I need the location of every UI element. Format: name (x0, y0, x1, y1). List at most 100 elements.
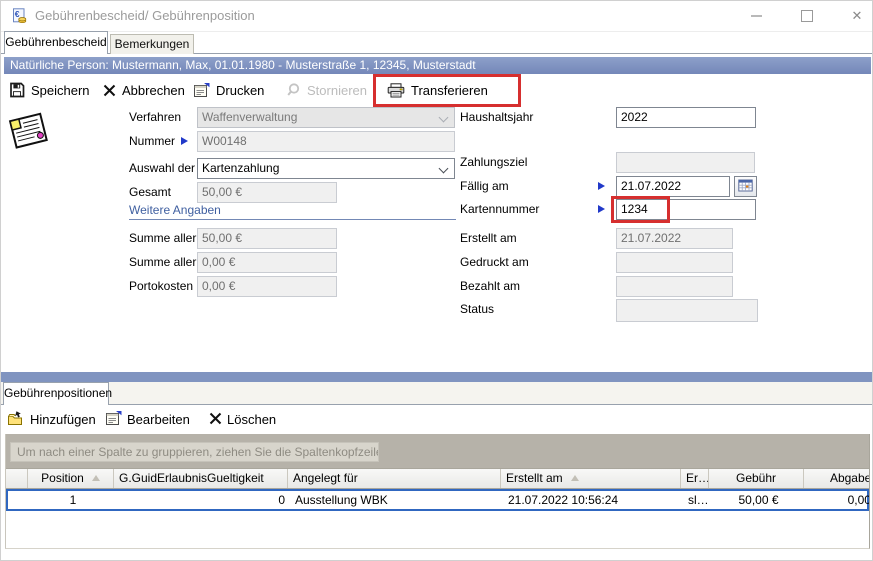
portokosten-field[interactable]: 0,00 € (197, 276, 337, 297)
hinzufuegen-button[interactable]: Hinzufügen (7, 405, 96, 434)
kartennummer-value: 1234 (621, 202, 648, 216)
window-title: Gebührenbescheid/ Gebührenposition (35, 8, 255, 23)
tab-gebuehrenbescheid[interactable]: Gebührenbescheid (4, 31, 108, 54)
tab-gebuehrenpositionen[interactable]: Gebührenpositionen (3, 382, 109, 405)
erstellt-am-field[interactable]: 21.07.2022 (616, 228, 733, 249)
summe-gebuehren-value: 50,00 € (202, 231, 242, 245)
document-euro-icon: € (11, 8, 27, 24)
tab-bemerkungen[interactable]: Bemerkungen (110, 34, 194, 54)
bearbeiten-label: Bearbeiten (127, 412, 190, 427)
zahlungsziel-field[interactable] (616, 152, 755, 173)
minimize-button[interactable] (739, 1, 773, 30)
add-folder-icon (7, 410, 25, 429)
sort-ascending-icon (92, 475, 100, 481)
speichern-label: Speichern (31, 83, 90, 98)
note-icon (6, 108, 52, 157)
summe-abgaben-value: 0,00 € (202, 255, 235, 269)
main-toolbar: Speichern Abbrechen Drucken (1, 75, 872, 105)
cell-guid: 0 (116, 491, 290, 509)
grid-header-erstellt-am[interactable]: Erstellt am (501, 469, 681, 488)
faellig-am-field[interactable]: 21.07.2022 (616, 176, 730, 197)
haushaltsjahr-label: Haushaltsjahr (460, 107, 533, 128)
gesamt-value: 50,00 € (202, 185, 242, 199)
panel-splitter[interactable] (1, 372, 872, 382)
delete-x-icon (209, 412, 222, 428)
positions-grid: Um nach einer Spalte zu gruppieren, zieh… (5, 434, 870, 549)
grid-header-abgaben-label: Abgaben (830, 471, 870, 485)
zahlungsziel-label: Zahlungsziel (460, 152, 527, 173)
weitere-angaben-rule (129, 219, 456, 220)
stornieren-label: Stornieren (307, 83, 367, 98)
table-row[interactable]: 1 0 Ausstellung WBK 21.07.2022 10:56:24 … (6, 489, 869, 511)
group-by-bar[interactable]: Um nach einer Spalte zu gruppieren, zieh… (6, 434, 869, 468)
status-label: Status (460, 299, 494, 320)
bezahlt-am-field[interactable] (616, 276, 733, 297)
kartennummer-required-arrow-icon (598, 205, 605, 213)
gedruckt-am-field[interactable] (616, 252, 733, 273)
gesamt-field[interactable]: 50,00 € (197, 182, 337, 203)
positions-toolbar: Hinzufügen Bearbeiten Löschen (1, 405, 872, 434)
drucken-label: Drucken (216, 83, 264, 98)
loeschen-button[interactable]: Löschen (209, 405, 276, 434)
close-button[interactable]: ✕ (840, 1, 873, 30)
cell-erstellt-am: 21.07.2022 10:56:24 (503, 491, 683, 509)
speichern-button[interactable]: Speichern (9, 75, 90, 105)
cell-angelegt-fuer: Ausstellung WBK (290, 491, 503, 509)
maximize-icon (801, 10, 813, 22)
printer-icon (387, 83, 405, 98)
bearbeiten-button[interactable]: Bearbeiten (105, 405, 190, 434)
sort-ascending-icon (571, 475, 579, 481)
close-icon: ✕ (852, 8, 863, 24)
grid-header-er-label: Er… (686, 471, 709, 485)
maximize-button[interactable] (790, 1, 824, 30)
edit-form-icon (105, 410, 122, 429)
bezahlt-am-label: Bezahlt am (460, 276, 520, 297)
verfahren-combo[interactable]: Waffenverwaltung (197, 107, 455, 128)
loeschen-label: Löschen (227, 412, 276, 427)
portokosten-value: 0,00 € (202, 279, 235, 293)
nummer-field[interactable]: W00148 (197, 131, 455, 152)
zahlart-combo[interactable]: Kartenzahlung (197, 158, 455, 179)
grid-header-erstellt-label: Erstellt am (506, 471, 563, 485)
stornieren-button[interactable]: Stornieren (285, 75, 367, 105)
abbrechen-button[interactable]: Abbrechen (103, 75, 185, 105)
calendar-button[interactable] (734, 176, 757, 197)
grid-header-gebuehr[interactable]: Gebühr (709, 469, 804, 488)
verfahren-value: Waffenverwaltung (202, 110, 297, 124)
grid-header-position[interactable]: Position (28, 469, 114, 488)
verfahren-label: Verfahren (129, 107, 181, 128)
grid-header-guid[interactable]: G.GuidErlaubnisGueltigkeit (114, 469, 288, 488)
haushaltsjahr-value: 2022 (621, 110, 648, 124)
positions-tabstrip: Gebührenpositionen (1, 382, 872, 405)
grid-header-angelegt-label: Angelegt für (293, 471, 358, 485)
status-field[interactable] (616, 299, 758, 322)
grid-header-abgaben[interactable]: Abgaben (804, 469, 870, 488)
grid-header-er[interactable]: Er… (681, 469, 709, 488)
grid-header-guid-label: G.GuidErlaubnisGueltigkeit (119, 471, 264, 485)
group-by-hint: Um nach einer Spalte zu gruppieren, zieh… (10, 442, 379, 462)
summe-gebuehren-field[interactable]: 50,00 € (197, 228, 337, 249)
title-bar: € Gebührenbescheid/ Gebührenposition ✕ (1, 1, 872, 32)
cell-gebuehr: 50,00 € (711, 491, 806, 509)
weitere-angaben-link[interactable]: Weitere Angaben (129, 203, 221, 217)
svg-text:€: € (15, 9, 20, 19)
summe-abgaben-field[interactable]: 0,00 € (197, 252, 337, 273)
hinzufuegen-label: Hinzufügen (30, 412, 96, 427)
haushaltsjahr-field[interactable]: 2022 (616, 107, 756, 128)
calendar-icon (738, 179, 753, 195)
cell-er: sl… (683, 491, 711, 509)
grid-header-gebuehr-label: Gebühr (736, 471, 776, 485)
cell-abgaben: 0,00 € (806, 491, 870, 509)
portokosten-label: Portokosten (129, 276, 193, 297)
transferieren-button[interactable]: Transferieren (387, 75, 488, 105)
grid-header-position-label: Position (41, 471, 84, 485)
row-indicator-cell (8, 491, 30, 509)
print-form-icon (193, 82, 210, 98)
faellig-required-arrow-icon (598, 182, 605, 190)
transferieren-label: Transferieren (411, 83, 488, 98)
erstellt-am-label: Erstellt am (460, 228, 517, 249)
faellig-am-label: Fällig am (460, 176, 509, 197)
grid-header-angelegt-fuer[interactable]: Angelegt für (288, 469, 501, 488)
drucken-button[interactable]: Drucken (193, 75, 264, 105)
kartennummer-field[interactable]: 1234 (616, 199, 756, 220)
